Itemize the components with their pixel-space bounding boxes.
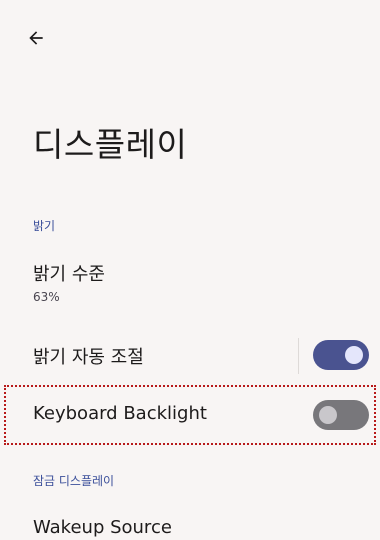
pref-wakeup-source[interactable]: Wakeup Source (0, 505, 380, 540)
section-header-brightness: 밝기 (33, 219, 56, 233)
arrow-left-icon (29, 31, 43, 45)
pref-brightness-level[interactable]: 밝기 수준 63% (0, 250, 380, 316)
pref-adaptive-brightness-title: 밝기 자동 조절 (33, 347, 144, 368)
adaptive-brightness-switch[interactable] (313, 340, 369, 370)
switch-thumb (319, 406, 337, 424)
pref-keyboard-backlight-title: Keyboard Backlight (33, 403, 207, 424)
keyboard-backlight-switch[interactable] (313, 400, 369, 430)
section-header-lock-display: 잠금 디스플레이 (33, 474, 115, 488)
pref-brightness-level-title: 밝기 수준 (33, 264, 105, 285)
pref-divider (298, 338, 299, 374)
switch-thumb (345, 346, 363, 364)
page-title: 디스플레이 (33, 125, 188, 164)
display-settings-screen: 디스플레이 밝기 밝기 수준 63% 밝기 자동 조절 Keyboard Bac… (0, 0, 380, 540)
pref-brightness-level-summary: 63% (33, 290, 60, 304)
pref-adaptive-brightness[interactable]: 밝기 자동 조절 (0, 330, 380, 382)
pref-wakeup-source-title: Wakeup Source (33, 517, 172, 538)
back-button[interactable] (20, 22, 52, 54)
pref-keyboard-backlight[interactable]: Keyboard Backlight (0, 388, 380, 442)
